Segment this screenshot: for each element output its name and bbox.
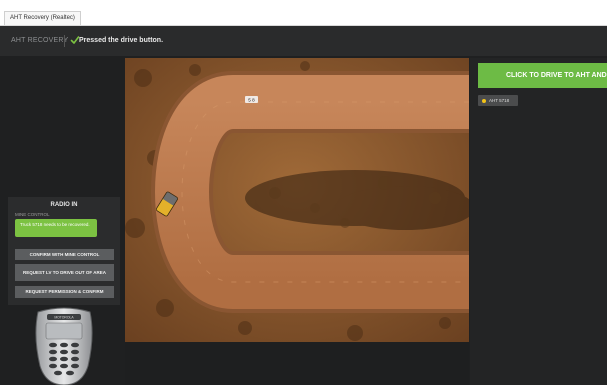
window-titlebar: AHT Recovery (Realtec) xyxy=(0,0,607,26)
request-permission-confirm-button[interactable]: REQUEST PERMISSION & CONFIRM xyxy=(15,286,114,298)
request-lv-drive-out-button[interactable]: REQUEST LV TO DRIVE OUT OF AREA xyxy=(15,264,114,281)
haul-road-aerial-image: 5 8 xyxy=(125,58,469,342)
status-dot-icon xyxy=(482,98,486,103)
radio-panel: RADIO IN MINE CONTROL Truck 5718 needs t… xyxy=(8,197,120,305)
header-divider xyxy=(64,35,65,47)
handheld-radio-image: MOTOROLA xyxy=(35,307,93,385)
radio-channel-label: MINE CONTROL xyxy=(15,212,50,217)
app-header: AHT RECOVERY Pressed the drive button. xyxy=(0,26,607,56)
vehicle-chip[interactable]: AHT 5718 xyxy=(478,95,518,106)
right-panel xyxy=(470,58,607,385)
vehicle-tag: 5 8 xyxy=(245,96,258,103)
vehicle-chip-label: AHT 5718 xyxy=(489,98,510,103)
radio-title: RADIO IN xyxy=(50,202,78,208)
radio-message-bubble: Truck 5718 needs to be recovered. xyxy=(15,219,97,237)
map-footer xyxy=(125,342,469,385)
svg-text:5 8: 5 8 xyxy=(248,98,255,103)
map-view[interactable]: 5 8 xyxy=(125,58,469,342)
confirm-mine-control-button[interactable]: CONFIRM WITH MINE CONTROL xyxy=(15,249,114,260)
drive-to-aht-button[interactable]: CLICK TO DRIVE TO AHT AND xyxy=(478,63,607,88)
device-brand-label: MOTOROLA xyxy=(54,316,74,320)
app-name: AHT RECOVERY xyxy=(11,37,69,44)
status-message: Pressed the drive button. xyxy=(79,37,164,44)
window-title-tab[interactable]: AHT Recovery (Realtec) xyxy=(4,11,81,25)
